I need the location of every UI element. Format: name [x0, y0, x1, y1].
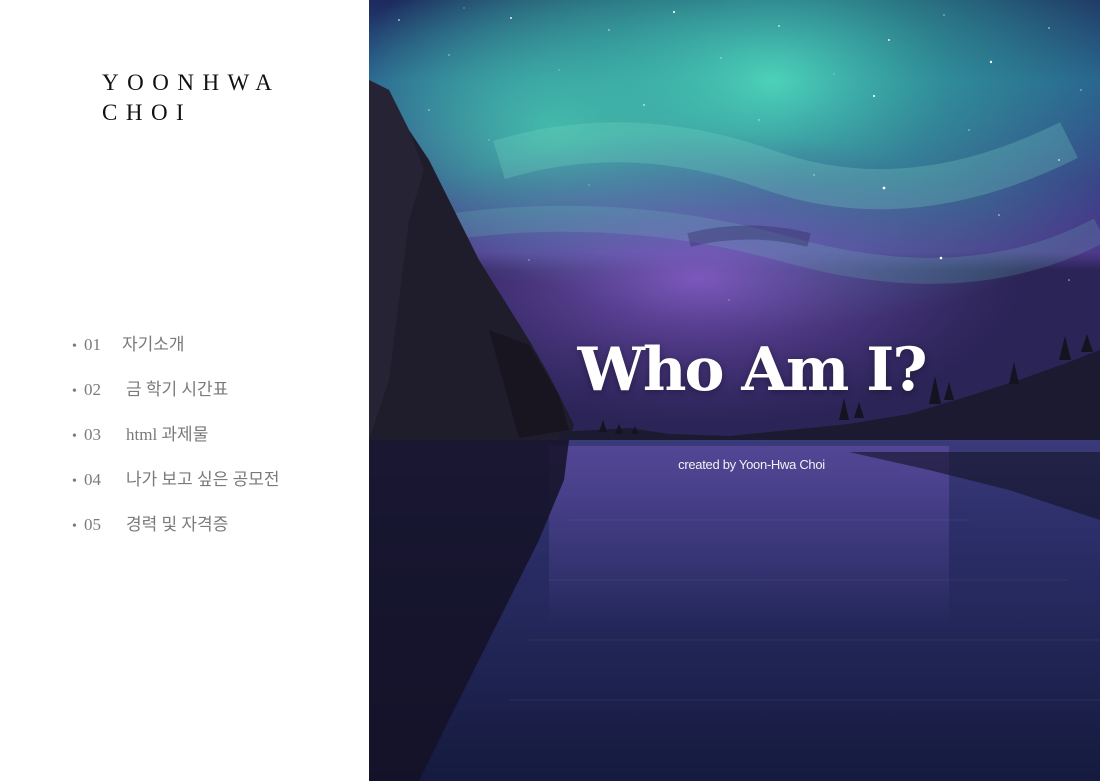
site-logo[interactable]: YOONHWA CHOI [102, 68, 280, 128]
main-nav: • 01 자기소개 • 02 금 학기 시간표 • 03 html 과제물 • … [72, 330, 280, 555]
logo-line-2: CHOI [102, 100, 193, 125]
nav-item-timetable[interactable]: • 02 금 학기 시간표 [72, 375, 280, 420]
nav-item-label: 나가 보고 싶은 공모전 [126, 470, 280, 489]
bullet-icon: • [72, 429, 77, 444]
nav-item-career[interactable]: • 05 경력 및 자격증 [72, 510, 280, 555]
bullet-icon: • [72, 474, 77, 489]
hero-subtitle: created by Yoon-Hwa Choi [678, 457, 825, 472]
nav-item-number: 03 [84, 425, 101, 444]
logo-line-1: YOONHWA [102, 70, 281, 95]
nav-item-label: html 과제물 [126, 425, 209, 444]
hero-title: Who Am I? [577, 335, 927, 405]
bullet-icon: • [72, 384, 77, 399]
nav-item-intro[interactable]: • 01 자기소개 [72, 330, 280, 375]
nav-item-number: 05 [84, 515, 101, 534]
page: YOONHWA CHOI • 01 자기소개 • 02 금 학기 시간표 • 0… [0, 0, 1100, 781]
nav-item-number: 04 [84, 470, 101, 489]
nav-item-contests[interactable]: • 04 나가 보고 싶은 공모전 [72, 465, 280, 510]
nav-item-number: 01 [84, 335, 101, 354]
bullet-icon: • [72, 519, 77, 534]
nav-item-html-assignments[interactable]: • 03 html 과제물 [72, 420, 280, 465]
nav-item-number: 02 [84, 380, 101, 399]
hero-section: Who Am I? created by Yoon-Hwa Choi [369, 0, 1100, 781]
nav-item-label: 금 학기 시간표 [126, 380, 229, 399]
sidebar: YOONHWA CHOI • 01 자기소개 • 02 금 학기 시간표 • 0… [0, 0, 369, 781]
bullet-icon: • [72, 339, 77, 354]
nav-item-label: 자기소개 [122, 335, 185, 354]
nav-item-label: 경력 및 자격증 [126, 515, 229, 534]
